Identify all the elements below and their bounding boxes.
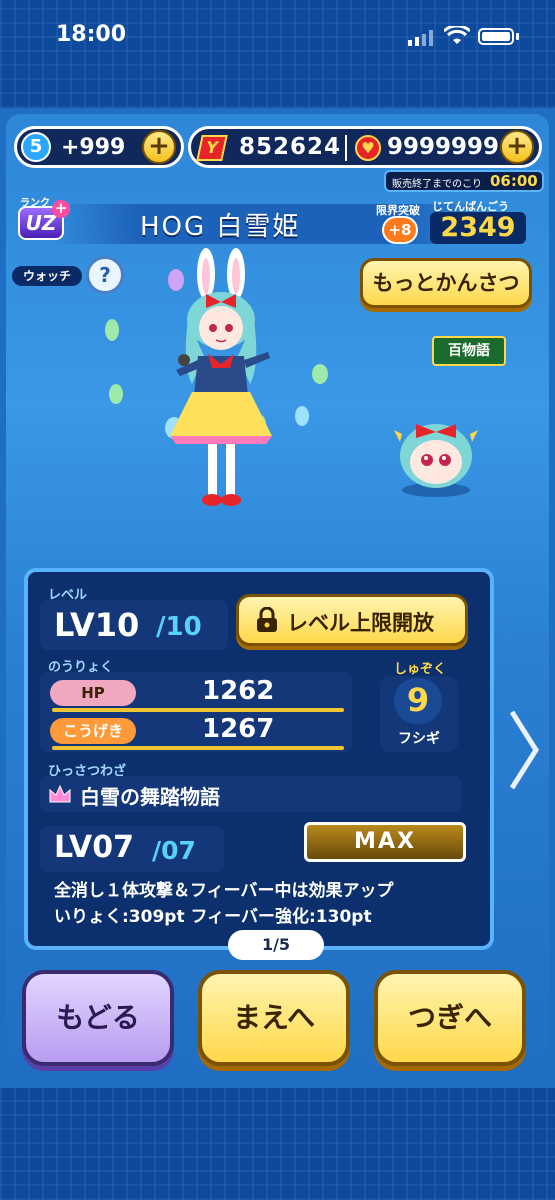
gem-value: 9999999 — [387, 134, 500, 160]
level-unlock-label: レベル上限開放 — [287, 611, 434, 635]
status-bar: 18:00 — [0, 0, 555, 70]
game-screen: 5 +999 + Y 852624 ♥ 9999999 + 販売終了までのこり … — [0, 108, 555, 1088]
skill-level: LV07 — [54, 830, 134, 865]
sale-notice-label: 販売終了までのこり — [392, 179, 482, 190]
attack-value: 1267 — [202, 714, 275, 744]
money-icon: Y — [196, 135, 228, 161]
sale-time: 06:00 — [490, 172, 538, 190]
limit-break-value: +8 — [382, 216, 418, 244]
rank-plus: + — [52, 200, 70, 218]
limit-break-badge: 限界突破 +8 — [376, 202, 426, 246]
battery-tip — [516, 33, 519, 40]
tribe-label: しゅぞく — [394, 662, 447, 677]
dex-number: 2349 — [430, 212, 526, 244]
skill-level-max: /07 — [152, 836, 196, 865]
wifi-icon — [444, 26, 470, 44]
back-button[interactable]: もどる — [22, 970, 174, 1066]
watch-label: ウォッチ — [12, 266, 82, 286]
stats-box: HP 1262 こうげき 1267 — [40, 672, 352, 752]
status-time: 18:00 — [56, 22, 127, 47]
prev-button[interactable]: まえへ — [198, 970, 350, 1066]
level-unlock-button[interactable]: レベル上限開放 — [236, 594, 468, 646]
skill-name: 白雪の舞踏物語 — [80, 785, 220, 809]
sale-notice: 販売終了までのこり 06:00 — [384, 170, 544, 192]
character-face-icon — [394, 424, 478, 497]
divider — [345, 135, 347, 161]
page-indicator: 1/5 — [228, 930, 324, 960]
next-page-arrow-icon[interactable] — [506, 708, 542, 792]
money-pill: Y 852624 ♥ 9999999 — [188, 126, 542, 168]
skill-power: いりょく:309pt フィーバー強化:130pt — [54, 907, 372, 927]
crown-icon — [49, 784, 71, 803]
attack-label: こうげき — [50, 718, 136, 744]
currency-bar: 5 +999 + Y 852624 ♥ 9999999 + — [6, 120, 549, 176]
sp-icon: 5 — [21, 132, 51, 162]
gem-icon: ♥ — [355, 135, 381, 161]
signal-icon — [408, 30, 433, 46]
observe-button[interactable]: もっとかんさつ — [360, 258, 532, 308]
series-badge: 百物語 — [432, 336, 506, 366]
sp-add-button[interactable]: + — [142, 130, 176, 164]
battery-icon — [478, 28, 514, 45]
skill-level-box: LV07 /07 — [40, 826, 224, 872]
lock-icon — [255, 606, 279, 633]
character-illustration — [105, 248, 328, 506]
hp-label: HP — [50, 680, 136, 706]
next-button[interactable]: つぎへ — [374, 970, 526, 1066]
hp-bar — [52, 708, 344, 712]
rank-badge: ランク UZ + — [16, 194, 70, 246]
tribe-name: フシギ — [398, 731, 440, 747]
attack-bar — [52, 746, 344, 750]
skill-description: 全消し１体攻撃＆フィーバー中は効果アップ — [54, 881, 394, 901]
max-badge: MAX — [304, 822, 466, 862]
gem-add-button[interactable]: + — [500, 130, 534, 164]
background-bottom — [0, 1088, 555, 1200]
skill-name-box: 白雪の舞踏物語 — [40, 776, 462, 812]
level-max: /10 — [156, 612, 202, 642]
dex-number-box: じてんばんごう 2349 — [430, 198, 534, 248]
level-current: LV10 — [54, 606, 140, 644]
sp-value: +999 — [61, 135, 126, 160]
hp-value: 1262 — [202, 676, 275, 706]
money-value: 852624 — [239, 134, 342, 160]
character-name: HOG 白雪姫 — [140, 212, 301, 242]
tribe-icon: 9 — [394, 678, 442, 724]
level-box: LV10 /10 — [40, 600, 228, 650]
tribe-box: 9 フシギ — [380, 676, 458, 752]
